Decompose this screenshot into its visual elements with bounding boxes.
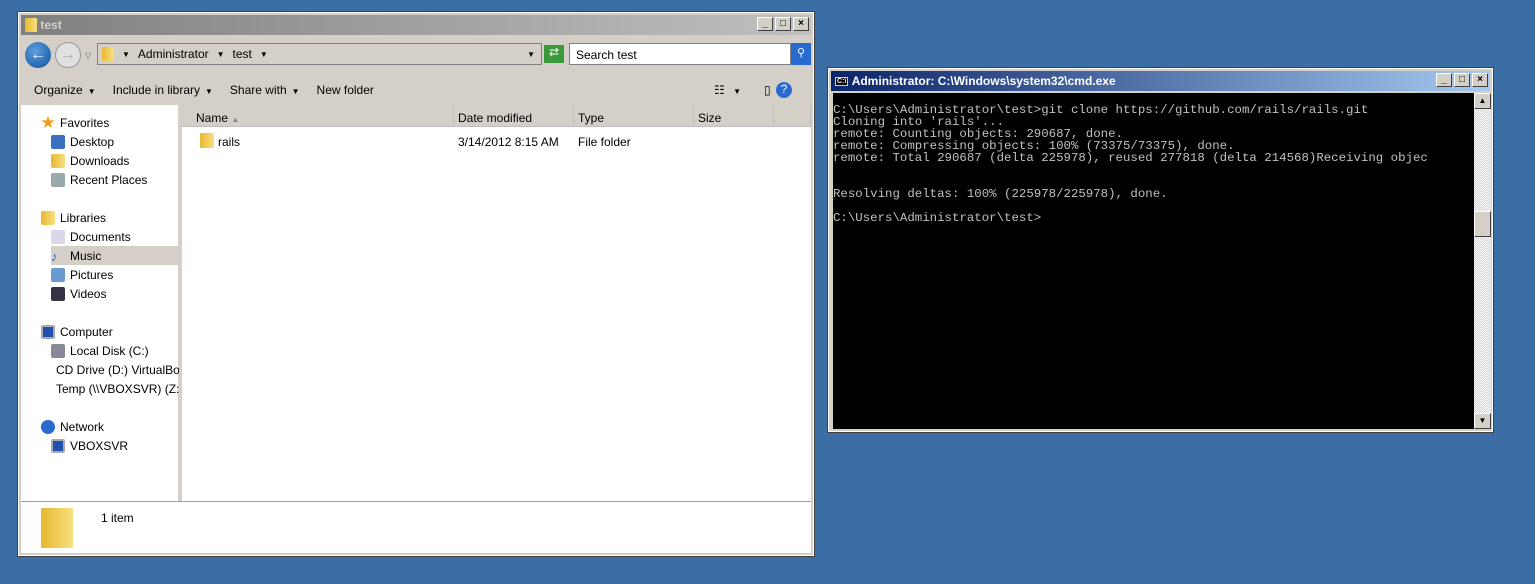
star-icon [41,115,55,129]
scroll-up-button[interactable]: ▲ [1474,93,1491,109]
desktop-icon [51,134,65,149]
organize-button[interactable]: Organize ▼ [34,83,96,97]
nav-cd-drive[interactable]: CD Drive (D:) VirtualBox Guest Additions [51,360,179,379]
local-disk-icon [51,343,65,358]
folder-icon [200,133,214,148]
label: Downloads [70,153,130,168]
file-list: Name ▲ Date modified Type Size rails 3/1… [182,105,811,501]
libraries-icon [41,210,55,225]
nav-network[interactable]: Network [41,417,199,436]
close-button[interactable]: × [1472,73,1488,87]
new-folder-button[interactable]: New folder [317,83,374,97]
close-button[interactable]: × [793,17,809,31]
label: VBOXSVR [70,438,129,453]
label: Desktop [70,134,115,149]
file-date: 3/14/2012 8:15 AM [458,135,559,149]
label: Name [196,111,229,125]
label: Libraries [60,210,107,225]
folder-icon [25,18,37,32]
table-row[interactable]: rails 3/14/2012 8:15 AM File folder [182,131,811,151]
include-in-library-button[interactable]: Include in library ▼ [113,83,213,97]
computer-icon [51,438,65,453]
explorer-window: test _ □ × ← → ▽ ▼ Administrator ▼ test ▼ ▼ ⇄… [17,11,815,557]
label: Computer [60,324,113,339]
maximize-button[interactable]: □ [1454,73,1470,87]
forward-button[interactable]: → [55,42,81,68]
recent-pages-dropdown[interactable]: ▽ [85,51,91,60]
pictures-icon [51,267,65,282]
address-dropdown[interactable]: ▼ [527,50,535,59]
breadcrumb-test[interactable]: test [233,47,252,61]
scroll-thumb[interactable] [1474,211,1491,237]
file-name: rails [218,135,241,149]
share-with-button[interactable]: Share with ▼ [230,83,300,97]
label: CD Drive (D:) VirtualBox Guest Additions [56,362,179,377]
nav-libraries[interactable]: Libraries [41,208,199,227]
folder-icon [41,508,73,548]
window-title: test [40,18,62,32]
label: Pictures [70,267,114,282]
label: Network [60,419,105,434]
details-pane: 1 item [21,501,811,553]
label: Temp (\\VBOXSVR) (Z:) [56,381,179,396]
command-bar: Organize ▼ Include in library ▼ Share with… [21,75,811,105]
console-output[interactable]: C:\Users\Administrator\test>git clone ht… [833,93,1474,429]
folder-icon [102,47,114,61]
search-input[interactable]: Search test [569,43,791,65]
cmd-window: C:\ Administrator: C:\Windows\system32\c… [827,67,1494,433]
column-date-modified[interactable]: Date modified [454,105,574,127]
address-bar[interactable]: ▼ Administrator ▼ test ▼ ▼ [97,43,542,65]
scroll-down-button[interactable]: ▼ [1474,413,1491,429]
item-count: 1 item [101,511,134,525]
nav-favorites[interactable]: Favorites [41,113,199,132]
vertical-scrollbar[interactable]: ▲ ▼ [1474,93,1491,429]
recent-places-icon [51,172,65,187]
breadcrumb-administrator[interactable]: Administrator [138,47,209,61]
nav-computer[interactable]: Computer [41,322,199,341]
network-icon [41,419,55,434]
label: Local Disk (C:) [70,343,149,358]
nav-local-disk[interactable]: Local Disk (C:) [51,341,179,360]
computer-icon [41,324,55,339]
videos-icon [51,286,65,301]
address-row: ← → ▽ ▼ Administrator ▼ test ▼ ▼ ⇄ Search t… [21,39,811,71]
column-size[interactable]: Size [694,105,774,127]
column-filler [774,105,811,127]
column-name[interactable]: Name ▲ [182,105,454,127]
music-icon: ♪ [51,248,58,264]
window-title: Administrator: C:\Windows\system32\cmd.e… [851,74,1116,88]
navigation-pane: Favorites Desktop Downloads Recent Place… [21,105,181,501]
column-type[interactable]: Type [574,105,694,127]
title-bar[interactable]: test _ □ × [21,15,811,35]
label: Music [70,248,102,263]
label: Recent Places [70,172,148,187]
minimize-button[interactable]: _ [757,17,773,31]
label: Documents [70,229,131,244]
label: Favorites [60,115,110,130]
preview-pane-icon[interactable]: ▯ [764,83,771,97]
downloads-icon [51,153,65,168]
search-icon[interactable]: ⚲ [791,43,811,65]
minimize-button[interactable]: _ [1436,73,1452,87]
view-options-icon[interactable]: ☷ ▼ [714,83,741,97]
cmd-icon: C:\ [835,76,849,86]
documents-icon [51,229,65,244]
help-icon[interactable]: ? [776,82,792,98]
refresh-button[interactable]: ⇄ [544,45,564,63]
title-bar[interactable]: C:\ Administrator: C:\Windows\system32\c… [831,71,1490,91]
label: Videos [70,286,107,301]
nav-music[interactable]: ♪ Music [51,246,179,265]
file-type: File folder [578,135,631,149]
back-button[interactable]: ← [25,42,51,68]
nav-temp-share[interactable]: Temp (\\VBOXSVR) (Z:) [51,379,179,398]
maximize-button[interactable]: □ [775,17,791,31]
